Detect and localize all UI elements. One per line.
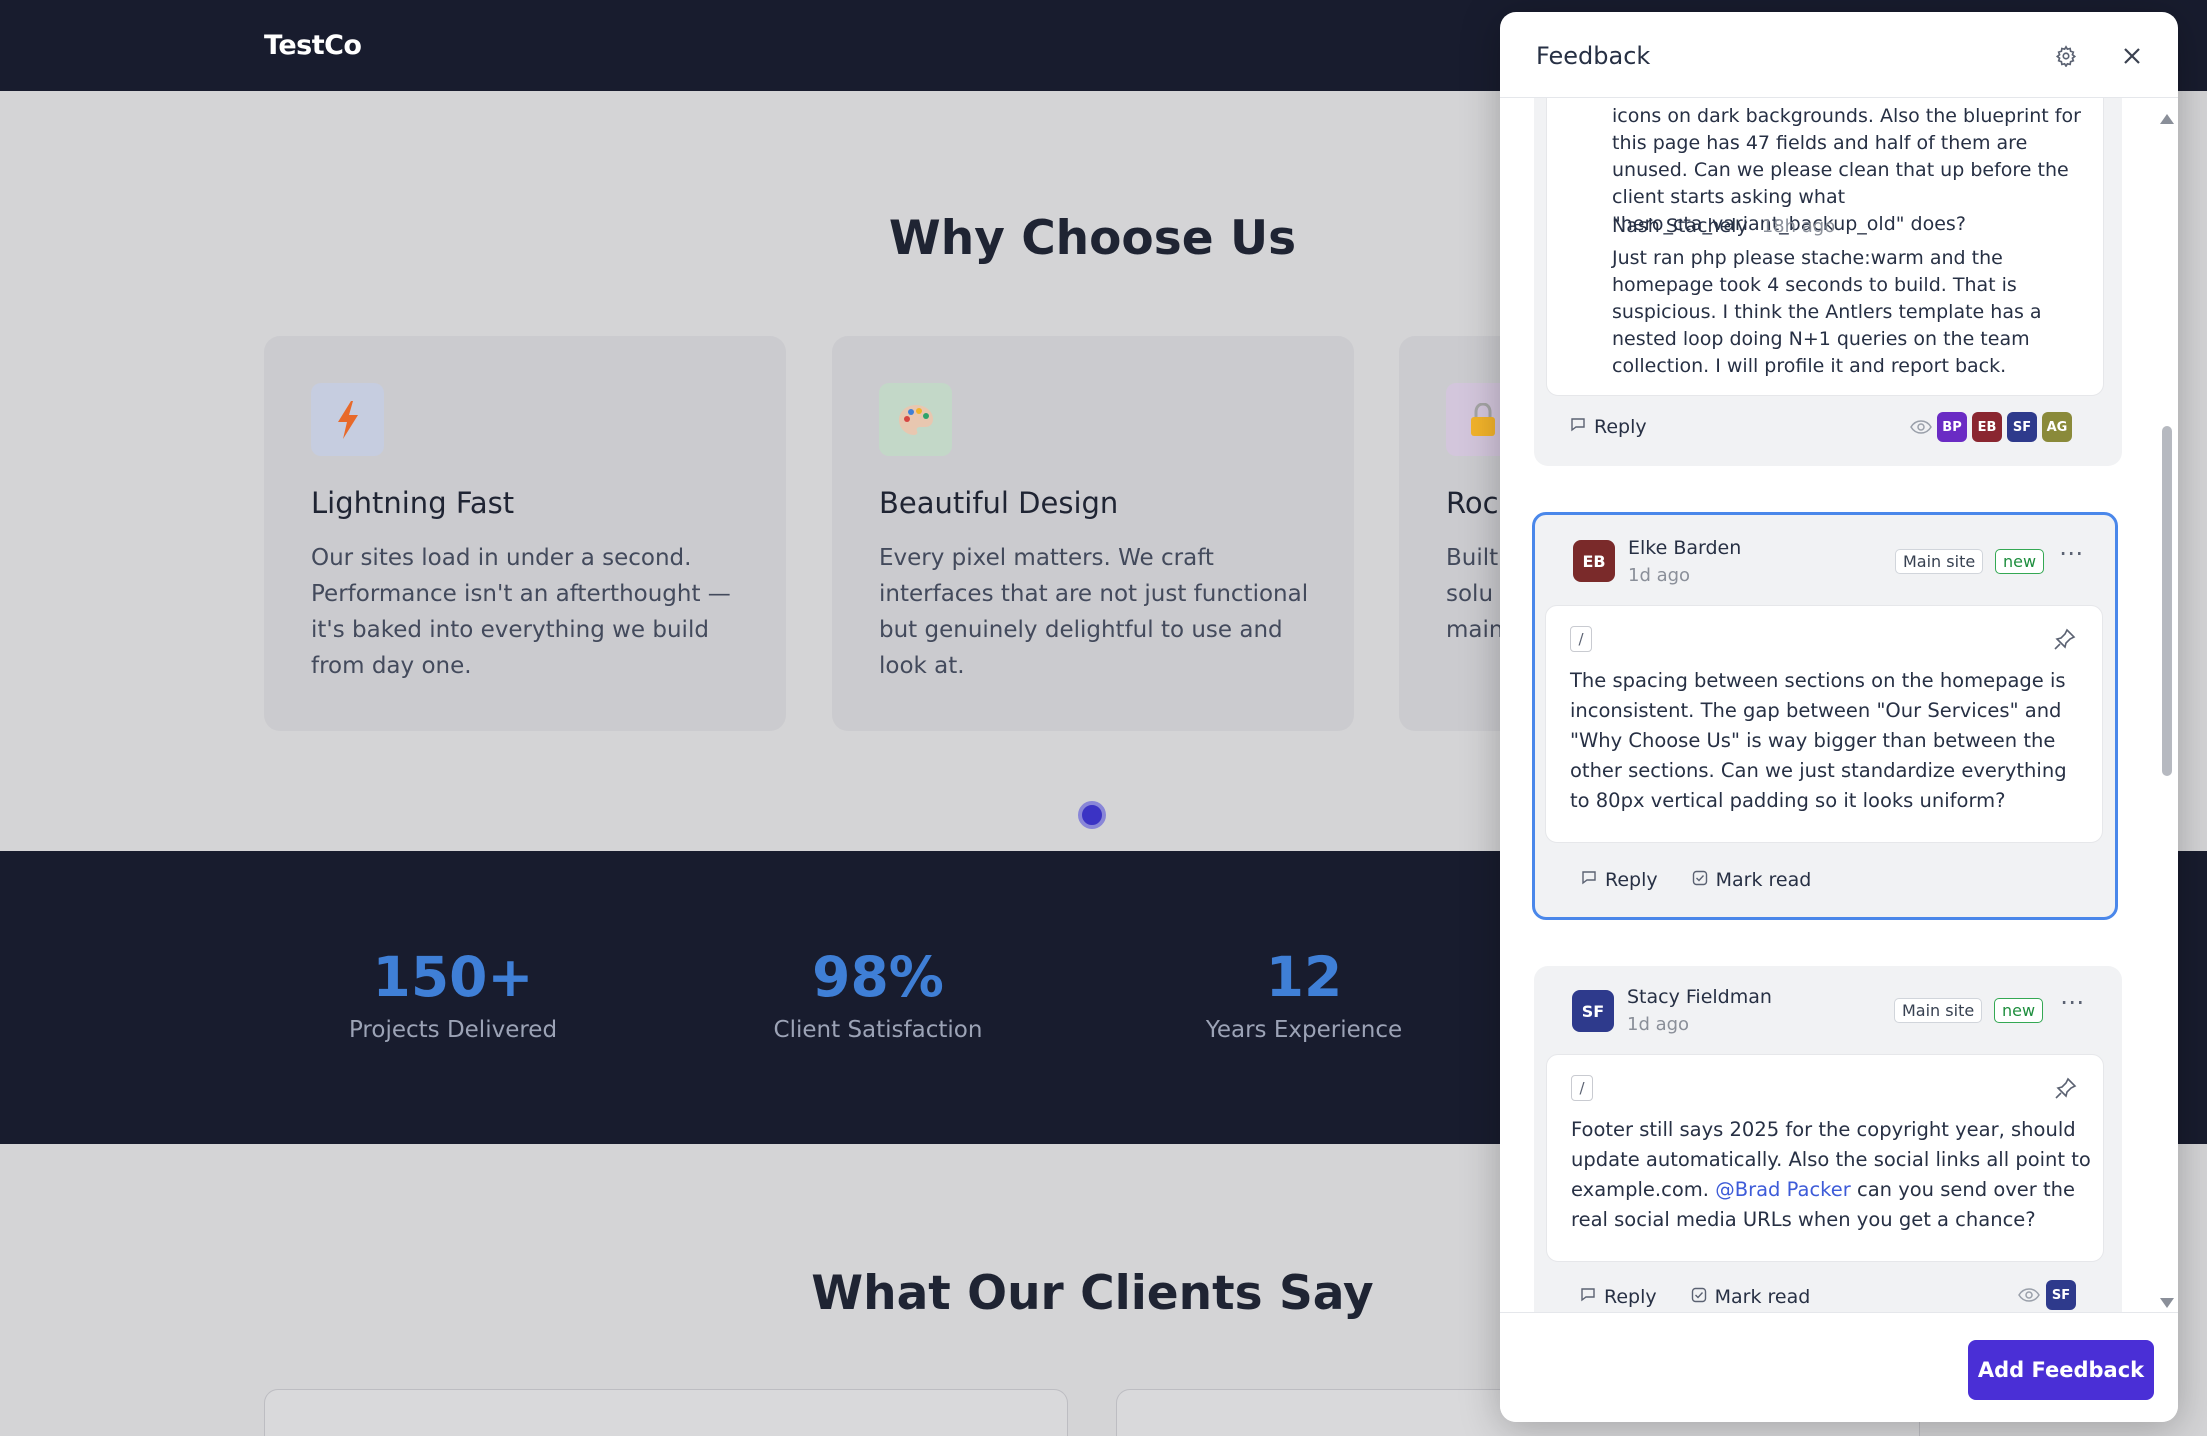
comment-time: 18h ago (1761, 216, 1836, 237)
feature-description: Built solu main (1446, 545, 1504, 643)
avatar: NS (1575, 224, 1597, 240)
site-logo[interactable]: TestCo (264, 30, 362, 61)
feedback-list: icons on dark backgrounds. Also the blue… (1500, 98, 2178, 1324)
stat-value: 150+ (372, 945, 534, 1009)
slash-indicator: / (1571, 1075, 1593, 1101)
feature-description: Every pixel matters. We craft interfaces… (879, 545, 1309, 679)
comment-author: Elke Barden (1628, 537, 1742, 559)
avatar: SF (1572, 990, 1614, 1032)
viewer-avatar: SF (2007, 412, 2037, 442)
comment-card: / Footer still says 2025 for the copyrig… (1546, 1054, 2104, 1262)
feedback-panel: Feedback icons on dark backgrounds. Also… (1500, 12, 2178, 1422)
eye-icon (2018, 1288, 2040, 1302)
add-feedback-button[interactable]: Add Feedback (1968, 1340, 2154, 1400)
new-badge: new (1995, 549, 2045, 574)
pin-icon[interactable] (2050, 624, 2080, 654)
reply-icon (1581, 871, 1597, 889)
stat-label: Years Experience (1205, 1017, 1403, 1043)
panel-title: Feedback (1536, 42, 1651, 70)
comment-card: icons on dark backgrounds. Also the blue… (1546, 98, 2104, 396)
avatar: EB (1573, 540, 1615, 582)
pin-icon[interactable] (2051, 1073, 2081, 1103)
feature-description: Our sites load in under a second. Perfor… (311, 545, 731, 679)
stat-item: 98% Client Satisfaction (678, 945, 1078, 1043)
mark-read-button[interactable]: Mark read (1692, 869, 1811, 891)
stat-label: Projects Delivered (348, 1017, 558, 1043)
new-badge: new (1994, 998, 2044, 1023)
feature-title: Lightning Fast (311, 486, 515, 520)
comment-text: Footer still says 2025 for the copyright… (1571, 1118, 2091, 1231)
feature-title: Roc (1446, 486, 1499, 520)
testimonial-card (264, 1389, 1068, 1436)
check-icon (1692, 870, 1708, 890)
scrollbar[interactable] (2156, 98, 2178, 1312)
eye-icon (1910, 420, 1932, 434)
scroll-down-arrow[interactable] (2160, 1298, 2174, 1308)
site-tag: Main site (1894, 998, 1983, 1023)
viewers: SF (2018, 1280, 2076, 1310)
reply-button[interactable]: Reply (1581, 869, 1658, 891)
comment-author: Stacy Fieldman (1627, 986, 1772, 1008)
reply-button[interactable]: Reply (1570, 416, 1647, 438)
stat-value: 12 (1265, 945, 1343, 1009)
feedback-thread: icons on dark backgrounds. Also the blue… (1534, 98, 2122, 466)
viewer-avatar: BP (1937, 412, 1967, 442)
viewer-avatar: EB (1972, 412, 2002, 442)
feature-card: Lightning Fast Our sites load in under a… (264, 336, 786, 731)
lightning-icon (311, 383, 384, 456)
viewer-avatar: SF (2046, 1280, 2076, 1310)
reply-icon (1580, 1288, 1596, 1306)
feature-card: Beautiful Design Every pixel matters. We… (832, 336, 1354, 731)
comment-time: 1d ago (1628, 565, 1691, 586)
feature-title: Beautiful Design (879, 486, 1119, 520)
scrollbar-thumb[interactable] (2162, 426, 2172, 776)
stat-value: 98% (812, 945, 944, 1009)
slash-indicator: / (1570, 626, 1592, 652)
more-options-icon[interactable]: ⋯ (2060, 988, 2085, 1016)
comment-time: 1d ago (1627, 1014, 1690, 1035)
comment-text: The spacing between sections on the home… (1570, 669, 2067, 812)
close-icon[interactable] (2116, 40, 2148, 72)
comment-author: Nash Stachely (1612, 215, 1748, 237)
more-options-icon[interactable]: ⋯ (2059, 539, 2084, 567)
check-icon (1691, 1287, 1707, 1307)
scroll-up-arrow[interactable] (2160, 114, 2174, 124)
carousel-dot[interactable] (1078, 801, 1106, 829)
stat-item: 150+ Projects Delivered (253, 945, 653, 1043)
reply-icon (1570, 418, 1586, 436)
panel-header: Feedback (1500, 12, 2178, 98)
stat-label: Client Satisfaction (773, 1017, 983, 1043)
feedback-thread: SF Stacy Fieldman 1d ago Main site new ⋯… (1534, 966, 2122, 1324)
site-tag: Main site (1895, 549, 1984, 574)
panel-footer: Add Feedback (1500, 1312, 2178, 1422)
feedback-thread-active[interactable]: EB Elke Barden 1d ago Main site new ⋯ / … (1532, 512, 2118, 920)
comment-text: Just ran php please stache:warm and the … (1612, 247, 2042, 377)
palette-icon (879, 383, 952, 456)
comment-card: / The spacing between sections on the ho… (1545, 605, 2103, 843)
reply-button[interactable]: Reply (1580, 1286, 1657, 1308)
user-mention[interactable]: @Brad Packer (1715, 1178, 1851, 1201)
viewer-avatar: AG (2042, 412, 2072, 442)
mark-read-button[interactable]: Mark read (1691, 1286, 1810, 1308)
gear-icon[interactable] (2050, 40, 2082, 72)
viewers: BP EB SF AG (1910, 412, 2072, 442)
stat-item: 12 Years Experience (1104, 945, 1504, 1043)
